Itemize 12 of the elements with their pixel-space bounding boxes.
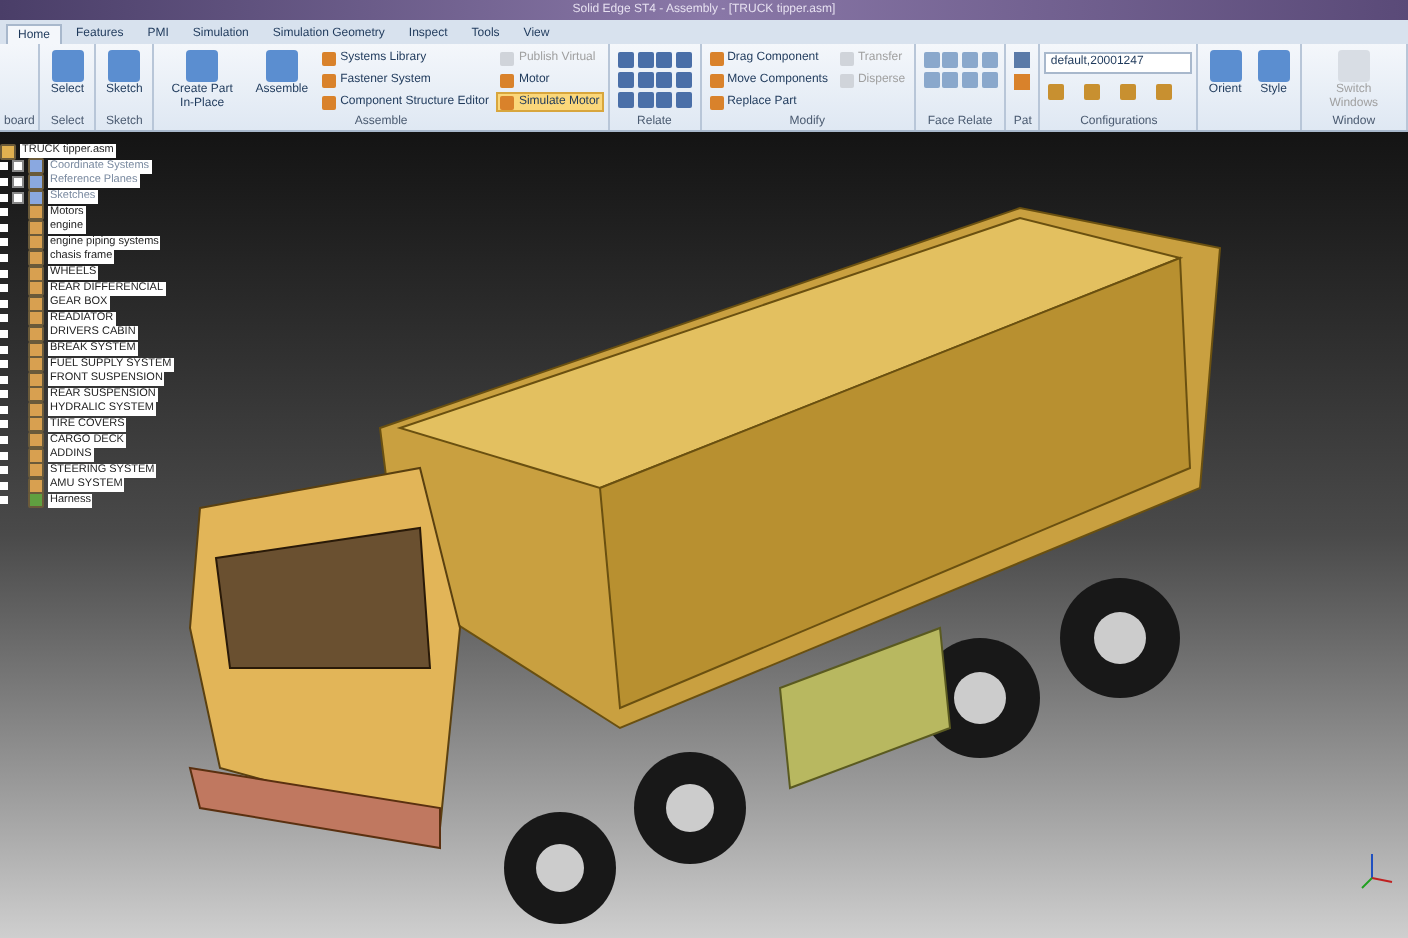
checkbox[interactable] [12, 175, 24, 188]
axis-triad-icon [1360, 850, 1396, 890]
tool-icon [1257, 50, 1290, 82]
checkbox[interactable] [12, 160, 24, 173]
tool-icon [186, 50, 219, 82]
checkbox[interactable] [12, 191, 24, 204]
tool-icon [1337, 50, 1370, 82]
tool-icon [265, 50, 298, 82]
tool-icon [51, 50, 84, 82]
tool-icon [108, 50, 141, 82]
tool-icon [1209, 50, 1242, 82]
assembly-icon [0, 143, 16, 160]
